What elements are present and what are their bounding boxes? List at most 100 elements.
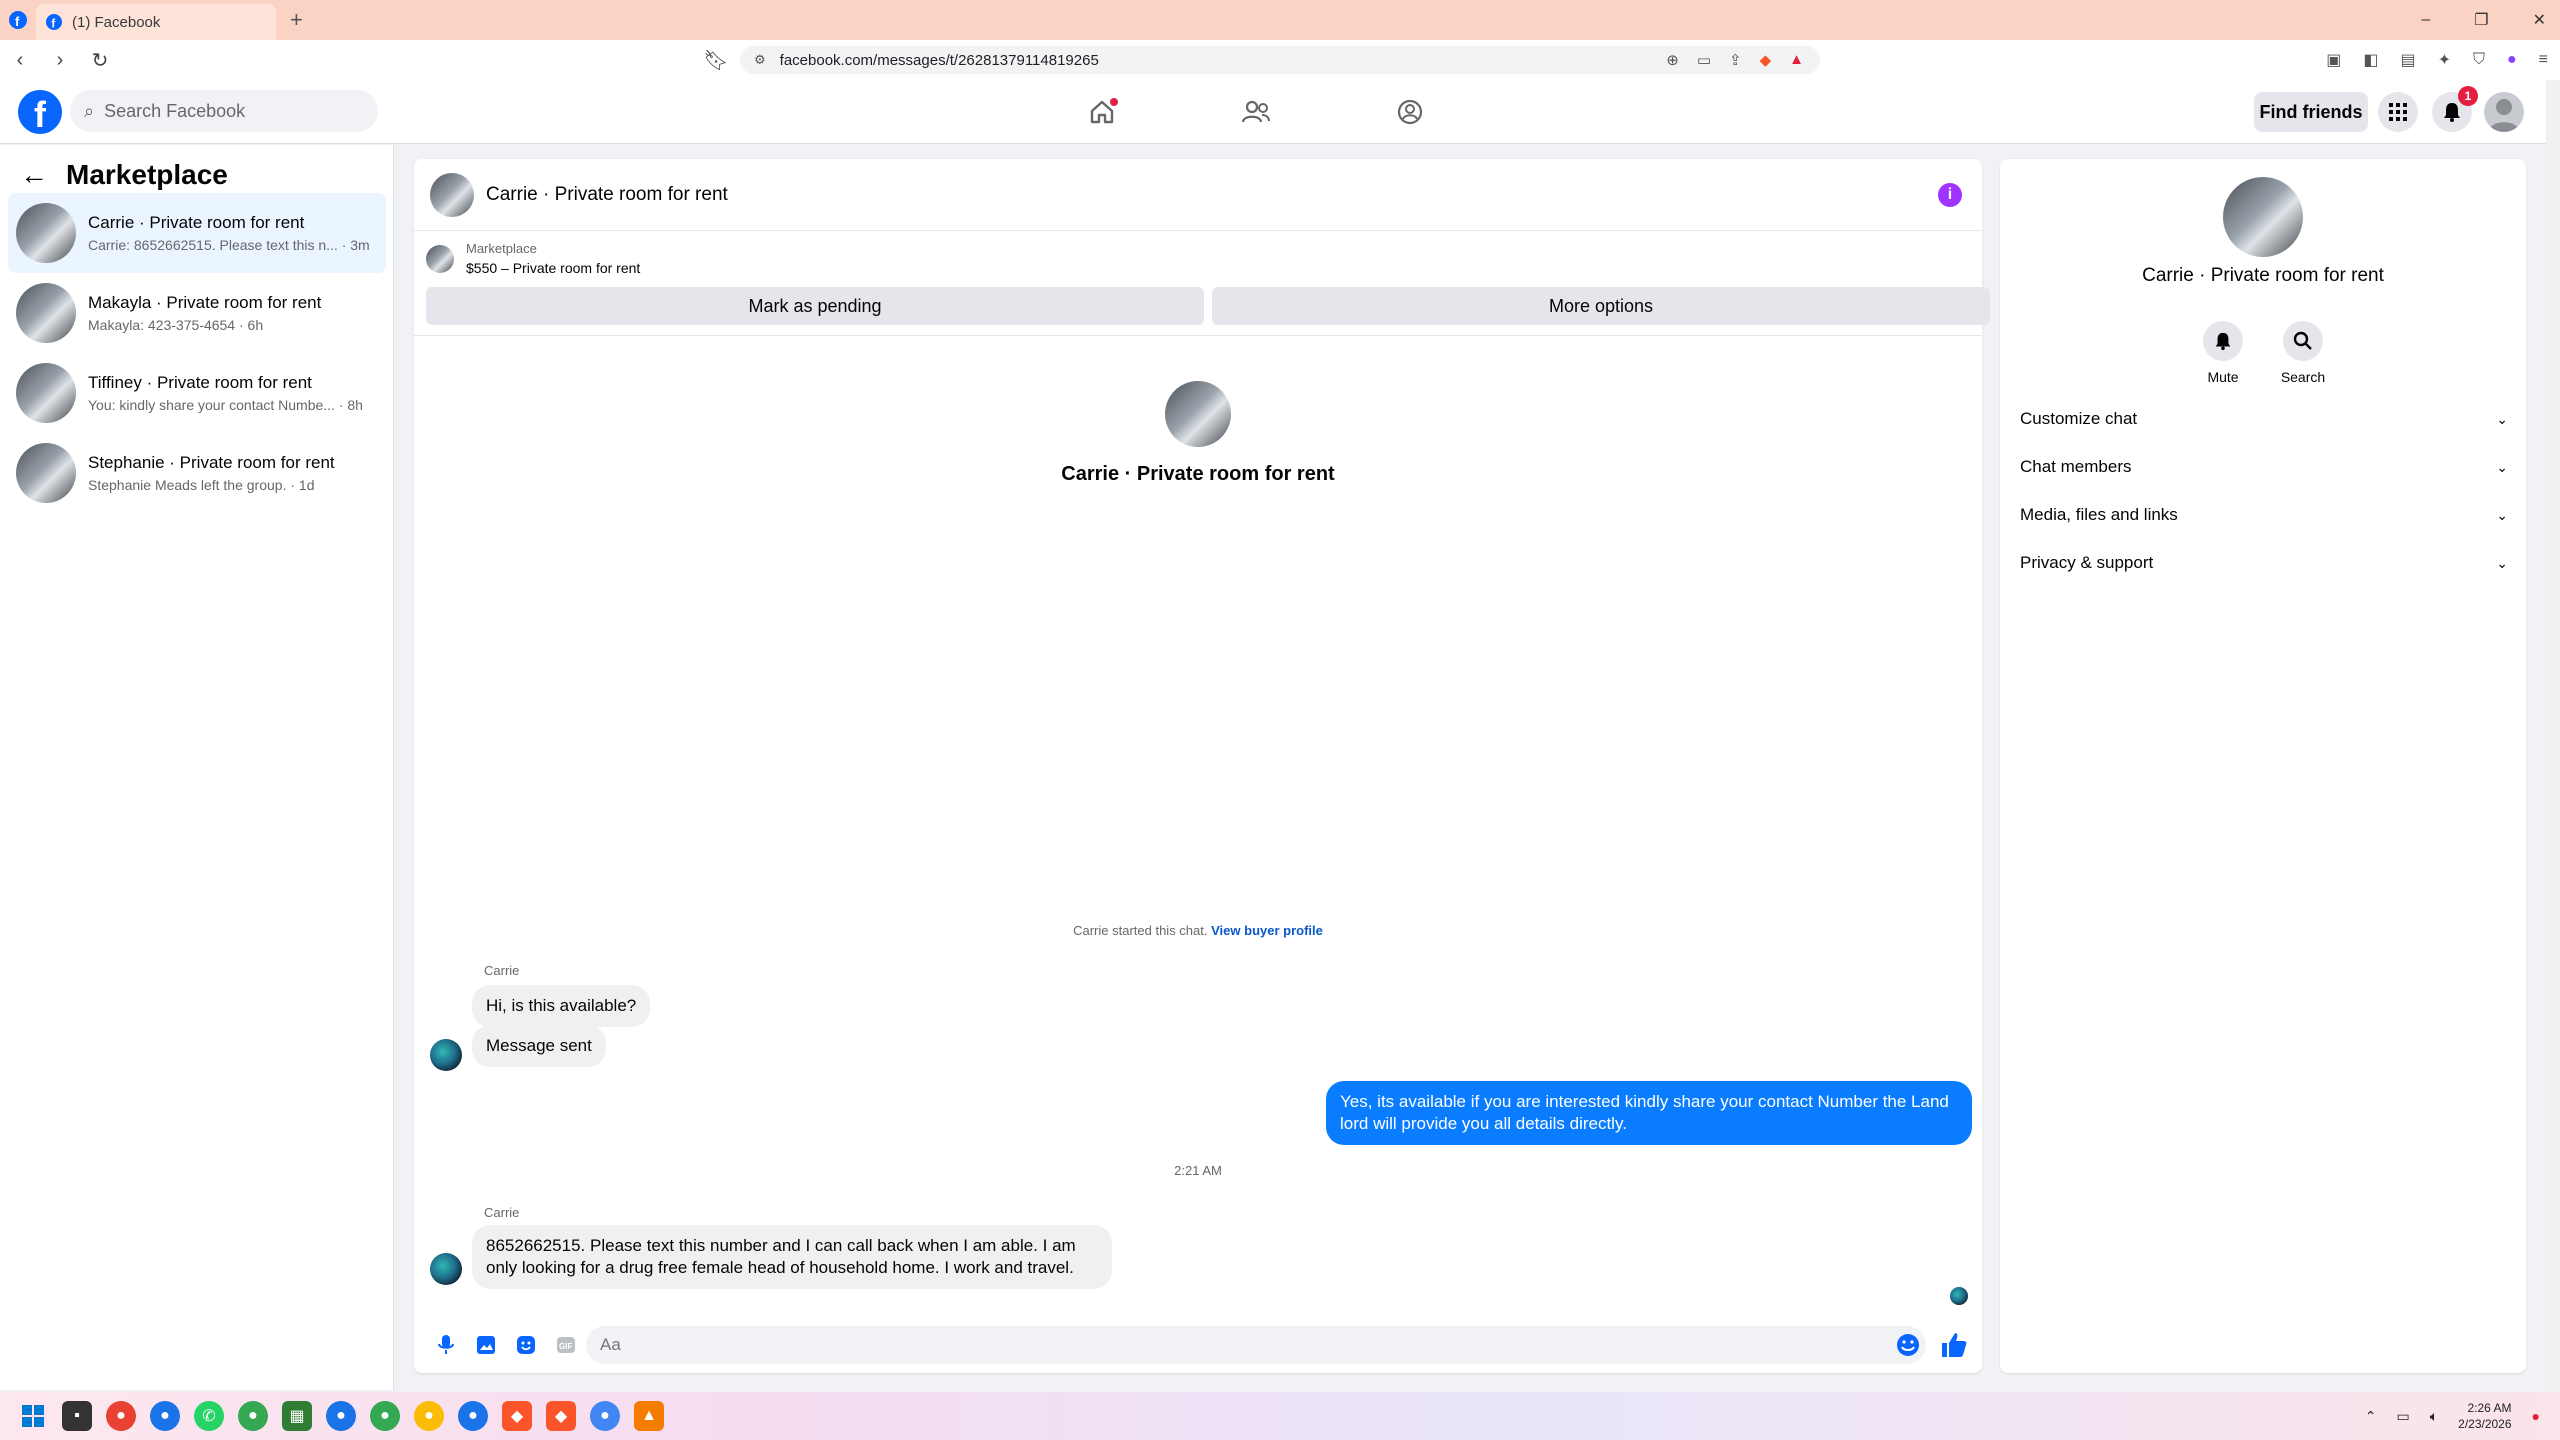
sticker-icon bbox=[517, 1336, 535, 1354]
new-tab-button[interactable]: + bbox=[290, 7, 303, 33]
facebook-favicon-icon: f bbox=[46, 14, 62, 30]
section-customize-chat[interactable]: Customize chat ⌄ bbox=[2014, 395, 2514, 443]
windows-start-icon[interactable] bbox=[18, 1401, 48, 1431]
zoom-icon[interactable]: ⊕ bbox=[1666, 51, 1679, 69]
voice-clip-button[interactable] bbox=[426, 1325, 466, 1365]
url-text: facebook.com/messages/t/2628137911481926… bbox=[779, 51, 1099, 69]
info-icon[interactable]: i bbox=[1938, 183, 1962, 207]
cast-icon[interactable]: ▭ bbox=[1697, 51, 1711, 69]
menu-button[interactable] bbox=[2378, 92, 2418, 132]
brave-icon[interactable]: ◆ bbox=[502, 1401, 532, 1431]
browser-tab-facebook[interactable]: f (1) Facebook bbox=[36, 4, 276, 40]
info-sections: Customize chat ⌄ Chat members ⌄ Media, f… bbox=[2014, 395, 2514, 587]
tab-manager-icon[interactable]: ▣ bbox=[2326, 50, 2341, 70]
section-chat-members[interactable]: Chat members ⌄ bbox=[2014, 443, 2514, 491]
chrome-profile-icon[interactable]: ● bbox=[590, 1401, 620, 1431]
mark-as-pending-button[interactable]: Mark as pending bbox=[426, 287, 1204, 325]
outgoing-message[interactable]: Yes, its available if you are interested… bbox=[1326, 1081, 1972, 1145]
spreadsheet-icon[interactable]: ▦ bbox=[282, 1401, 312, 1431]
mute-button[interactable]: Mute bbox=[2203, 321, 2243, 385]
conversation-item[interactable]: Carrie · Private room for rent Carrie: 8… bbox=[8, 193, 386, 273]
vpn-icon[interactable]: ⛉ bbox=[2473, 51, 2485, 69]
chrome-profile-icon[interactable]: ● bbox=[414, 1401, 444, 1431]
notification-bell-icon[interactable]: ● bbox=[2532, 1408, 2540, 1424]
volume-icon[interactable]: 🔈︎ bbox=[2430, 1408, 2438, 1425]
page-scrollbar[interactable] bbox=[2546, 80, 2560, 1390]
conversation-item[interactable]: Tiffiney · Private room for rent You: ki… bbox=[8, 353, 386, 433]
nav-home[interactable] bbox=[1080, 90, 1124, 134]
search-icon bbox=[2293, 331, 2312, 350]
chrome-profile-icon[interactable]: ● bbox=[326, 1401, 356, 1431]
whatsapp-icon[interactable]: ✆ bbox=[194, 1401, 224, 1431]
nav-groups[interactable] bbox=[1388, 90, 1432, 134]
bookmark-icon[interactable]: 🔖︎ bbox=[696, 48, 736, 73]
gif-button[interactable]: GIF bbox=[546, 1325, 586, 1365]
message-input[interactable] bbox=[586, 1326, 1926, 1364]
facebook-header: f ⌕ Search Facebook Find friends 1 bbox=[0, 80, 2546, 144]
facebook-logo[interactable]: f bbox=[18, 90, 62, 135]
marketplace-listing-row[interactable]: Marketplace $550 – Private room for rent bbox=[426, 241, 640, 276]
vlc-icon[interactable]: ▲ bbox=[634, 1401, 664, 1431]
search-in-chat-button[interactable]: Search bbox=[2281, 321, 2325, 385]
url-bar[interactable]: ⚙ facebook.com/messages/t/26281379114819… bbox=[740, 46, 1820, 74]
chat-avatar[interactable] bbox=[430, 172, 474, 217]
conversation-item[interactable]: Makayla · Private room for rent Makayla:… bbox=[8, 273, 386, 353]
section-media-files-links[interactable]: Media, files and links ⌄ bbox=[2014, 491, 2514, 539]
sticker-button[interactable] bbox=[506, 1325, 546, 1365]
network-icon[interactable]: ▭ bbox=[2397, 1408, 2410, 1425]
conversation-item[interactable]: Stephanie · Private room for rent Stepha… bbox=[8, 433, 386, 513]
conversation-name: Makayla · Private room for rent bbox=[88, 293, 322, 312]
find-friends-button[interactable]: Find friends bbox=[2254, 92, 2368, 132]
profile-extension-icon[interactable]: ● bbox=[2507, 51, 2517, 69]
account-avatar[interactable] bbox=[2484, 92, 2524, 132]
notifications-button[interactable]: 1 bbox=[2432, 86, 2478, 132]
task-view-icon[interactable]: ▪ bbox=[62, 1401, 92, 1431]
incoming-message[interactable]: Hi, is this available? bbox=[472, 985, 651, 1027]
sidebar-toggle-icon[interactable]: ◧ bbox=[2363, 50, 2378, 70]
incoming-message[interactable]: 8652662515. Please text this number and … bbox=[472, 1225, 1112, 1289]
incoming-message[interactable]: Message sent bbox=[472, 1025, 606, 1067]
chrome-profile-icon[interactable]: ● bbox=[370, 1401, 400, 1431]
share-icon[interactable]: ⇪ bbox=[1729, 51, 1742, 69]
brave-rewards-icon[interactable]: ▲ bbox=[1789, 51, 1804, 69]
chrome-profile-icon[interactable]: ● bbox=[238, 1401, 268, 1431]
intro-avatar bbox=[1165, 381, 1231, 447]
view-buyer-profile-link[interactable]: View buyer profile bbox=[1211, 923, 1323, 938]
site-settings-icon[interactable]: ⚙ bbox=[754, 52, 766, 68]
attach-photo-button[interactable] bbox=[466, 1325, 506, 1365]
brave-active-icon[interactable]: ◆ bbox=[546, 1401, 576, 1431]
more-options-button[interactable]: More options bbox=[1212, 287, 1990, 325]
section-privacy-support[interactable]: Privacy & support ⌄ bbox=[2014, 539, 2514, 587]
leo-ai-icon[interactable]: ✦ bbox=[2438, 50, 2451, 70]
nav-friends[interactable] bbox=[1234, 90, 1278, 134]
emoji-icon[interactable] bbox=[1894, 1331, 1922, 1359]
forward-arrow-icon[interactable]: › bbox=[40, 49, 80, 72]
pinned-tab[interactable]: f bbox=[0, 0, 36, 40]
maximize-button[interactable]: ❐ bbox=[2474, 10, 2488, 30]
browser-menu-icon[interactable]: ≡ bbox=[2539, 51, 2548, 69]
chrome-profile-icon[interactable]: ● bbox=[150, 1401, 180, 1431]
minimize-button[interactable]: – bbox=[2421, 11, 2430, 29]
back-arrow-icon[interactable]: ‹ bbox=[0, 49, 40, 72]
back-arrow-icon[interactable]: ← bbox=[20, 159, 48, 191]
thumbs-up-icon[interactable] bbox=[1938, 1329, 1970, 1361]
svg-text:GIF: GIF bbox=[559, 1342, 572, 1351]
taskbar-clock[interactable]: 2:26 AM 2/23/2026 bbox=[2458, 1400, 2511, 1432]
chevron-up-icon[interactable]: ⌃ bbox=[2365, 1408, 2377, 1425]
listing-thumbnail bbox=[426, 244, 454, 273]
search-input[interactable]: Search Facebook bbox=[104, 101, 245, 122]
chrome-profile-icon[interactable]: ● bbox=[458, 1401, 488, 1431]
chat-title[interactable]: Carrie · Private room for rent bbox=[486, 184, 728, 206]
wallet-icon[interactable]: ▤ bbox=[2400, 50, 2415, 70]
clock-time: 2:26 AM bbox=[2467, 1401, 2512, 1415]
search-box[interactable]: ⌕ Search Facebook bbox=[70, 90, 378, 132]
reload-icon[interactable]: ↻ bbox=[80, 48, 120, 73]
brave-shield-icon[interactable]: ◆ bbox=[1760, 51, 1772, 69]
sender-avatar[interactable] bbox=[430, 1039, 462, 1071]
chrome-icon[interactable]: ● bbox=[106, 1401, 136, 1431]
sender-avatar[interactable] bbox=[430, 1253, 462, 1285]
conversation-name: Tiffiney · Private room for rent bbox=[88, 373, 312, 392]
grid-menu-icon bbox=[2389, 103, 2407, 121]
close-window-button[interactable]: ✕ bbox=[2533, 10, 2546, 30]
info-avatar[interactable] bbox=[2223, 177, 2303, 257]
